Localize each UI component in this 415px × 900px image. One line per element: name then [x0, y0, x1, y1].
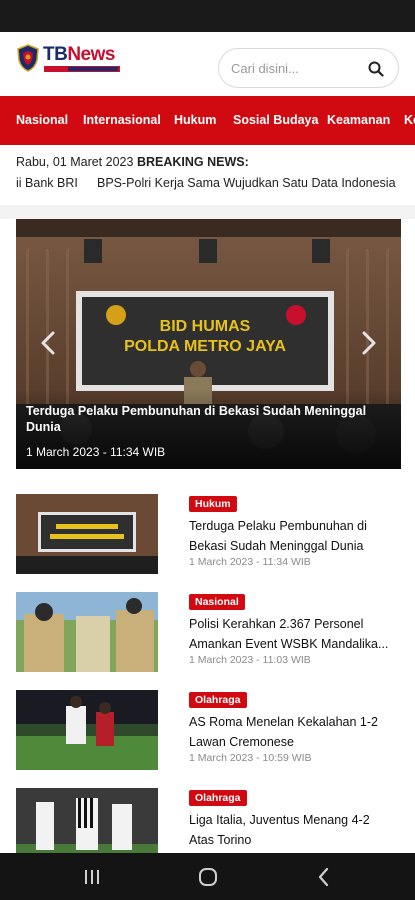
article-item[interactable]: Olahraga Liga Italia, Juventus Menang 4-…: [0, 784, 415, 853]
article-thumbnail[interactable]: [16, 788, 158, 853]
breaking-news-bar: Rabu, 01 Maret 2023 BREAKING NEWS: ii Ba…: [0, 145, 415, 205]
status-bar: [0, 0, 415, 32]
thumbnail-image: [16, 592, 158, 672]
breaking-date: Rabu, 01 Maret 2023: [16, 155, 134, 169]
category-badge[interactable]: Olahraga: [189, 790, 247, 806]
logo-wordmark: TBNews: [43, 44, 115, 65]
header: TBNews: [0, 32, 415, 96]
hero-slider[interactable]: BID HUMAS POLDA METRO JAYA Terduga Pelak…: [16, 219, 401, 469]
article-title[interactable]: Polisi Kerahkan 2.367 Personel Amankan E…: [189, 614, 389, 654]
category-badge[interactable]: Nasional: [189, 594, 245, 610]
article-item[interactable]: Nasional Polisi Kerahkan 2.367 Personel …: [0, 588, 415, 676]
article-thumbnail[interactable]: [16, 690, 158, 770]
home-icon[interactable]: [196, 865, 220, 889]
hero-title[interactable]: Terduga Pelaku Pembunuhan di Bekasi Suda…: [26, 403, 386, 435]
search-input[interactable]: [231, 58, 361, 78]
thumbnail-image: [16, 690, 158, 770]
news-ticker[interactable]: ii Bank BRI BPS-Polri Kerja Sama Wujudka…: [0, 176, 415, 196]
article-item[interactable]: Hukum Terduga Pelaku Pembunuhan di Bekas…: [0, 490, 415, 578]
nav-item-keamanan[interactable]: Keamanan: [327, 96, 390, 145]
thumbnail-image: [16, 788, 158, 853]
logo-tagline-bar: [44, 66, 120, 72]
hero-date: 1 March 2023 - 11:34 WIB: [26, 445, 166, 459]
article-title[interactable]: Liga Italia, Juventus Menang 4-2 Atas To…: [189, 810, 389, 850]
breaking-label: BREAKING NEWS:: [136, 155, 249, 169]
article-title[interactable]: AS Roma Menelan Kekalahan 1-2 Lawan Crem…: [189, 712, 389, 752]
nav-item-more[interactable]: Ke: [404, 96, 415, 145]
nav-item-nasional[interactable]: Nasional: [16, 96, 68, 145]
article-thumbnail[interactable]: [16, 494, 158, 574]
article-date: 1 March 2023 - 10:59 WIB: [189, 752, 312, 764]
ticker-item[interactable]: ii Bank BRI: [16, 176, 78, 190]
android-nav-bar: [0, 853, 415, 900]
thumbnail-image: [16, 494, 158, 574]
article-thumbnail[interactable]: [16, 592, 158, 672]
search-icon[interactable]: [366, 59, 386, 79]
article-date: 1 March 2023 - 11:03 WIB: [189, 654, 311, 666]
hero-sign-line2: POLDA METRO JAYA: [124, 338, 286, 355]
nav-item-sosial-budaya[interactable]: Sosial Budaya: [233, 96, 318, 145]
recents-icon[interactable]: [80, 865, 104, 889]
hero-sign-line1: BID HUMAS: [160, 318, 251, 335]
search-box[interactable]: [218, 48, 399, 88]
breaking-header: Rabu, 01 Maret 2023 BREAKING NEWS:: [16, 155, 249, 169]
nav-item-hukum[interactable]: Hukum: [174, 96, 216, 145]
ticker-item[interactable]: BPS-Polri Kerja Sama Wujudkan Satu Data …: [97, 176, 396, 190]
chevron-right-icon[interactable]: [359, 329, 379, 357]
police-badge-icon: [17, 44, 39, 72]
chevron-left-icon[interactable]: [38, 329, 58, 357]
article-title[interactable]: Terduga Pelaku Pembunuhan di Bekasi Suda…: [189, 516, 389, 556]
section-divider: [0, 205, 415, 219]
category-nav: Nasional Internasional Hukum Sosial Buda…: [0, 96, 415, 145]
nav-item-internasional[interactable]: Internasional: [83, 96, 161, 145]
back-icon[interactable]: [312, 865, 336, 889]
tbnews-logo[interactable]: TBNews: [16, 44, 122, 74]
category-badge[interactable]: Olahraga: [189, 692, 247, 708]
category-badge[interactable]: Hukum: [189, 496, 237, 512]
article-item[interactable]: Olahraga AS Roma Menelan Kekalahan 1-2 L…: [0, 686, 415, 774]
app-screen: TBNews Nasional Internasional Hukum Sosi…: [0, 32, 415, 853]
article-date: 1 March 2023 - 11:34 WIB: [189, 556, 311, 568]
